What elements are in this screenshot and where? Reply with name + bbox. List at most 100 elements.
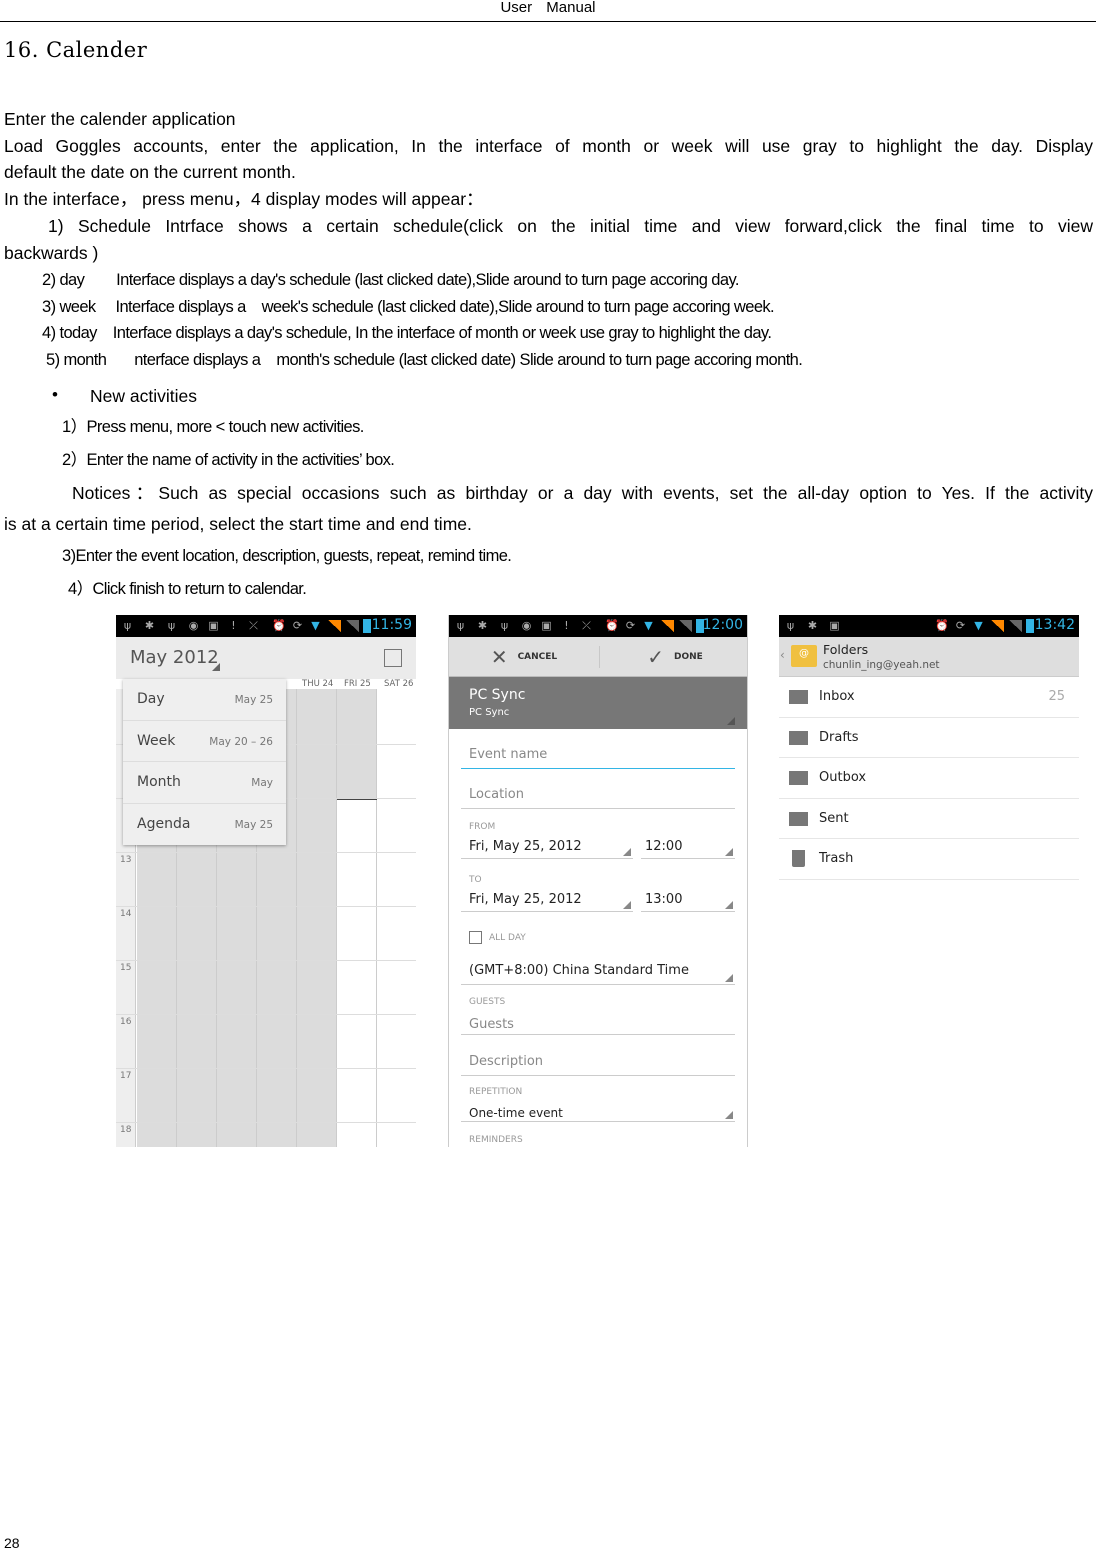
account-subtitle: PC Sync xyxy=(469,707,510,718)
paragraph-load-2: default the date on the current month. xyxy=(4,162,296,182)
folder-sent[interactable]: Sent xyxy=(779,799,1079,839)
timezone-spinner[interactable]: (GMT+8:00) China Standard Time xyxy=(461,959,735,985)
step-4: 4）Click finish to return to calendar. xyxy=(68,580,307,598)
folder-label: Outbox xyxy=(819,770,867,785)
from-time-spinner[interactable]: 12:00 xyxy=(641,835,735,859)
calendar-account-spinner[interactable]: PC Sync PC Sync xyxy=(449,677,747,729)
record-icon: ◉ xyxy=(521,619,532,632)
timezone-value: (GMT+8:00) China Standard Time xyxy=(469,963,689,978)
done-label: DONE xyxy=(673,652,703,662)
usb-icon: ψ xyxy=(786,619,795,632)
status-bar: ψ ✱ ψ ◉ ▣ ! ⤫ ⏰ ⟳ ▼ 11:59 xyxy=(116,615,416,637)
menu-item-label: Day xyxy=(137,691,165,707)
hour-line xyxy=(116,906,416,907)
repetition-label: REPETITION xyxy=(469,1087,523,1097)
menu-item-label: Week xyxy=(137,732,176,749)
usb-icon: ψ xyxy=(500,619,509,632)
cancel-button[interactable]: ✕ CANCEL xyxy=(449,637,599,677)
day-header: THU 24 xyxy=(302,679,334,689)
guests-input[interactable]: Guests xyxy=(461,1013,735,1035)
step-1: 1）Press menu, more < touch new activitie… xyxy=(62,418,364,436)
menu-item-agenda[interactable]: Agenda May 25 xyxy=(123,804,286,846)
account-email: chunlin_ing@yeah.net xyxy=(823,659,940,671)
wifi-icon: ▼ xyxy=(644,619,653,632)
drafts-icon xyxy=(789,730,808,745)
rotation-lock-icon: ⟳ xyxy=(292,619,303,632)
menu-item-day[interactable]: Day May 25 xyxy=(123,679,286,721)
hour-label: 14 xyxy=(120,909,132,919)
signal-icon xyxy=(346,620,359,632)
menu-item-week[interactable]: Week May 20 – 26 xyxy=(123,721,286,762)
hour-label: 18 xyxy=(120,1125,132,1135)
to-date-spinner[interactable]: Fri, May 25, 2012 xyxy=(461,888,633,912)
calendar-today-icon[interactable] xyxy=(384,649,402,667)
alarm-icon: ⏰ xyxy=(605,619,619,632)
view-mode-menu: Day May 25 Week May 20 – 26 Month May Ag… xyxy=(123,679,286,845)
done-button[interactable]: ✓ DONE xyxy=(600,637,747,677)
hour-line xyxy=(116,852,416,853)
hour-line xyxy=(116,1014,416,1015)
battery-icon xyxy=(1026,619,1034,633)
mode-4: 4) today Interface displays a day's sche… xyxy=(42,324,772,342)
inbox-icon xyxy=(789,690,808,704)
menu-item-month[interactable]: Month May xyxy=(123,762,286,804)
all-day-checkbox[interactable] xyxy=(469,931,482,944)
back-chevron-icon[interactable]: ‹ xyxy=(780,648,785,662)
sent-icon xyxy=(789,811,808,826)
signal-icon xyxy=(1009,620,1022,632)
trash-icon xyxy=(792,850,805,867)
event-name-placeholder: Event name xyxy=(469,747,548,762)
editor-action-bar: ✕ CANCEL ✓ DONE xyxy=(449,637,747,677)
folder-drafts[interactable]: Drafts xyxy=(779,718,1079,758)
to-time-spinner[interactable]: 13:00 xyxy=(641,888,735,912)
menu-item-value: May 25 xyxy=(234,694,273,706)
record-icon: ◉ xyxy=(188,619,199,632)
email-folders-screenshot: ψ ✱ ▣ ⏰ ⟳ ▼ 13:42 ‹ Folders chunlin_ing@… xyxy=(779,615,1079,1147)
status-time: 13:42 xyxy=(1034,617,1075,633)
menu-item-value: May 20 – 26 xyxy=(209,735,273,748)
alert-icon: ! xyxy=(231,619,236,632)
folders-action-bar[interactable]: ‹ Folders chunlin_ing@yeah.net xyxy=(779,637,1079,677)
mode-5: 5) month nterface displays a month's sch… xyxy=(46,351,803,369)
hour-label: 17 xyxy=(120,1071,132,1081)
event-name-input[interactable]: Event name xyxy=(461,743,735,769)
hour-line xyxy=(116,960,416,961)
hour-label: 13 xyxy=(120,855,132,865)
missed-call-icon: ⤫ xyxy=(582,619,591,632)
day-column[interactable] xyxy=(297,689,337,1147)
month-title-dropdown[interactable]: May 2012 xyxy=(130,647,219,668)
dropdown-triangle-icon xyxy=(623,848,631,856)
wifi-icon: ▼ xyxy=(974,619,983,632)
signal-icon xyxy=(991,620,1004,632)
event-editor-screenshot: ψ ✱ ψ ◉ ▣ ! ⤫ ⏰ ⟳ ▼ 12:00 ✕ CANCEL ✓ DON… xyxy=(448,615,748,1147)
description-input[interactable]: Description xyxy=(461,1050,735,1076)
page-header: User Manual xyxy=(0,0,1096,22)
repetition-value: One-time event xyxy=(469,1106,563,1120)
usb-icon: ψ xyxy=(167,619,176,632)
location-input[interactable]: Location xyxy=(461,783,735,809)
folders-title: Folders xyxy=(823,642,869,657)
new-activities-heading: New activities xyxy=(90,386,197,406)
paragraph-menu: In the interface， press menu，4 display m… xyxy=(4,189,484,209)
folder-outbox[interactable]: Outbox xyxy=(779,758,1079,799)
folder-label: Trash xyxy=(819,851,854,866)
menu-item-value: May xyxy=(251,777,273,789)
paragraph-intro: Enter the calender application xyxy=(4,109,236,129)
guests-label: GUESTS xyxy=(469,997,506,1007)
day-column[interactable] xyxy=(377,689,416,1147)
signal-icon xyxy=(679,620,692,632)
image-icon: ▣ xyxy=(829,619,840,632)
repetition-spinner[interactable]: One-time event xyxy=(461,1102,735,1122)
missed-call-icon: ⤫ xyxy=(249,619,258,632)
mode-2: 2) day Interface displays a day's schedu… xyxy=(42,271,739,289)
from-date-spinner[interactable]: Fri, May 25, 2012 xyxy=(461,835,633,859)
folder-inbox[interactable]: Inbox 25 xyxy=(779,677,1079,718)
dropdown-triangle-icon xyxy=(727,717,735,725)
folder-trash[interactable]: Trash xyxy=(779,839,1079,880)
menu-item-label: Month xyxy=(137,774,181,790)
dropdown-triangle-icon xyxy=(212,663,220,671)
alarm-icon: ⏰ xyxy=(272,619,286,632)
cancel-label: CANCEL xyxy=(517,652,558,662)
dropdown-triangle-icon xyxy=(623,901,631,909)
page-number: 28 xyxy=(4,1535,20,1551)
